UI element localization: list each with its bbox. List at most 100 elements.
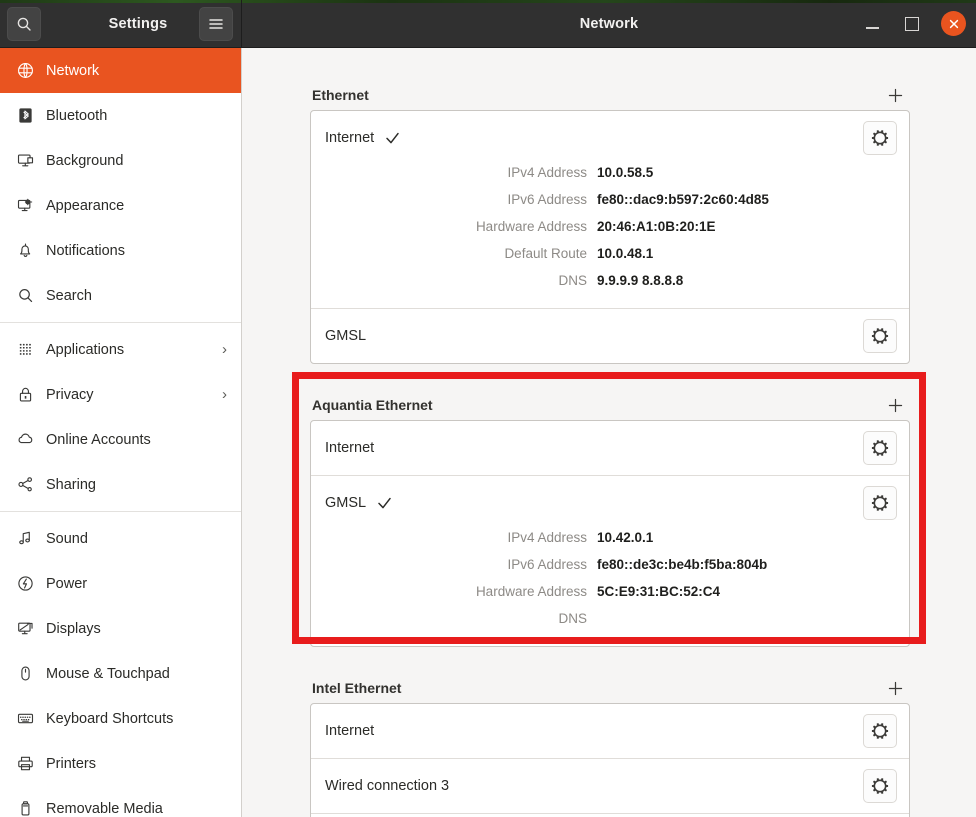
connection-row: GMSL (311, 308, 909, 363)
sidebar-item-network[interactable]: Network (0, 48, 241, 93)
connection-details: IPv4 Address 10.42.0.1IPv6 Address fe80::d… (311, 524, 909, 646)
detail-label: IPv4 Address (507, 530, 587, 545)
detail-row: Hardware Address 5C:E9:31:BC:52:C4 (311, 578, 897, 605)
connection-settings-button[interactable] (863, 486, 897, 520)
connection-name: Internet (325, 130, 375, 146)
chevron-right-icon: › (222, 341, 227, 358)
displays-icon (14, 620, 36, 637)
connection-header[interactable]: GMSL (311, 476, 909, 530)
close-button[interactable] (941, 11, 966, 36)
sidebar-item-label: Search (46, 287, 92, 304)
printer-icon (14, 755, 36, 772)
detail-label: IPv6 Address (507, 557, 587, 572)
detail-row: DNS (311, 605, 897, 632)
detail-label: Hardware Address (475, 584, 587, 599)
connection-header[interactable]: Internet (311, 421, 909, 475)
window-controls (861, 11, 966, 36)
appearance-icon (14, 197, 36, 214)
sidebar-item-power[interactable]: Power (0, 561, 241, 606)
sidebar-item-displays[interactable]: Displays (0, 606, 241, 651)
connection-row: Internet (311, 704, 909, 758)
connection-row (311, 813, 909, 817)
cloud-icon (14, 431, 36, 448)
hamburger-menu-button[interactable] (199, 6, 233, 41)
sidebar-item-label: Network (46, 62, 100, 79)
sidebar-item-label: Mouse & Touchpad (46, 665, 170, 682)
connection-name: Internet (325, 440, 375, 456)
sidebar-item-applications[interactable]: Applications › (0, 327, 241, 372)
sidebar-item-notifications[interactable]: Notifications (0, 228, 241, 273)
sidebar-item-label: Background (46, 152, 124, 169)
connection-settings-button[interactable] (863, 769, 897, 803)
connection-name: GMSL (325, 328, 367, 344)
sidebar-item-search[interactable]: Search (0, 273, 241, 318)
sidebar-item-removable-media[interactable]: Removable Media (0, 786, 241, 817)
network-section-aquantia-ethernet: Aquantia Ethernet Internet GMSL IPv4 Addres… (310, 390, 910, 647)
detail-label: DNS (558, 273, 587, 288)
add-connection-button[interactable] (882, 82, 908, 108)
minimize-button[interactable] (861, 13, 883, 35)
connection-header[interactable]: Internet (311, 704, 909, 758)
sidebar-item-bluetooth[interactable]: Bluetooth (0, 93, 241, 138)
sidebar-item-printers[interactable]: Printers (0, 741, 241, 786)
maximize-button[interactable] (901, 13, 923, 35)
bluetooth-icon (14, 107, 36, 124)
connection-name: GMSL (325, 495, 367, 511)
connection-settings-button[interactable] (863, 431, 897, 465)
sidebar-item-appearance[interactable]: Appearance (0, 183, 241, 228)
bell-icon (14, 242, 36, 259)
detail-value: 10.42.0.1 (597, 530, 654, 545)
detail-label: IPv6 Address (507, 192, 587, 207)
detail-label: DNS (558, 611, 587, 626)
section-title: Intel Ethernet (312, 680, 402, 696)
connections-card: Internet GMSL IPv4 Address 10.42.0.1 IPv6 Ad… (310, 420, 910, 647)
checkmark-icon (377, 496, 392, 510)
sidebar-item-background[interactable]: Background (0, 138, 241, 183)
connection-header[interactable]: GMSL (311, 309, 909, 363)
sidebar-item-sharing[interactable]: Sharing (0, 462, 241, 507)
detail-row: IPv6 Address fe80::de3c:be4b:f5ba:804b (311, 551, 897, 578)
sidebar-item-mouse-touchpad[interactable]: Mouse & Touchpad (0, 651, 241, 696)
detail-label: IPv4 Address (507, 165, 587, 180)
monitor-background-icon (14, 152, 36, 169)
connection-row: Internet IPv4 Address 10.0.58.5 IPv6 Addres… (311, 111, 909, 308)
titlebar-main-section: Network (242, 0, 976, 47)
sidebar-item-label: Removable Media (46, 800, 163, 817)
detail-row: Default Route 10.0.48.1 (311, 240, 897, 267)
sidebar-item-label: Appearance (46, 197, 125, 214)
share-icon (14, 476, 36, 493)
titlebar-sidebar-section: Settings (0, 0, 242, 47)
sidebar-item-sound[interactable]: Sound (0, 516, 241, 561)
network-settings-content: Ethernet Internet IPv4 Address 10.0.58.5 IPv… (242, 48, 976, 817)
add-connection-button[interactable] (882, 675, 908, 701)
sidebar-item-label: Power (46, 575, 88, 592)
usb-drive-icon (14, 800, 36, 817)
detail-row: DNS 9.9.9.9 8.8.8.8 (311, 267, 897, 294)
mouse-icon (14, 665, 36, 682)
connection-header[interactable]: Internet (311, 111, 909, 165)
network-section-intel-ethernet: Intel Ethernet Internet Wired connection 3 (310, 673, 910, 817)
sidebar-item-label: Keyboard Shortcuts (46, 710, 174, 727)
section-header: Aquantia Ethernet (310, 390, 910, 420)
power-icon (14, 575, 36, 592)
sidebar-divider (0, 511, 241, 512)
detail-label: Hardware Address (475, 219, 587, 234)
sidebar-item-online-accounts[interactable]: Online Accounts (0, 417, 241, 462)
connection-settings-button[interactable] (863, 714, 897, 748)
sidebar-item-keyboard-shortcuts[interactable]: Keyboard Shortcuts (0, 696, 241, 741)
search-button[interactable] (7, 6, 41, 41)
connection-settings-button[interactable] (863, 319, 897, 353)
sidebar-item-label: Applications (46, 341, 125, 358)
sidebar-item-privacy[interactable]: Privacy › (0, 372, 241, 417)
connections-card: Internet IPv4 Address 10.0.58.5 IPv6 Addres… (310, 110, 910, 364)
section-header: Ethernet (310, 80, 910, 110)
detail-value: 5C:E9:31:BC:52:C4 (597, 584, 721, 599)
connection-name: Internet (325, 723, 375, 739)
sidebar-item-label: Sharing (46, 476, 96, 493)
connection-row: Wired connection 3 (311, 758, 909, 813)
connection-header[interactable]: Wired connection 3 (311, 759, 909, 813)
add-connection-button[interactable] (882, 392, 908, 418)
checkmark-icon (385, 131, 400, 145)
connection-settings-button[interactable] (863, 121, 897, 155)
sidebar-divider (0, 322, 241, 323)
